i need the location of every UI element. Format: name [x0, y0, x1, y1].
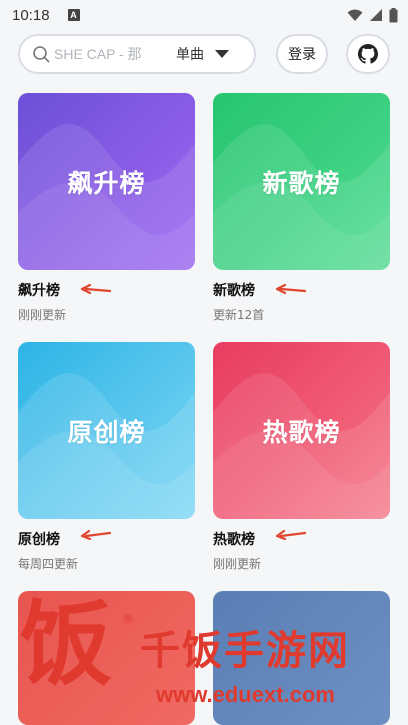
chart-subtitle: 刚刚更新	[18, 308, 67, 322]
chart-name-row: 原创榜	[18, 529, 195, 549]
chart-name: 热歌榜	[213, 532, 255, 548]
github-icon	[358, 44, 378, 64]
cover-title: 原创榜	[67, 417, 146, 447]
search-input[interactable]: SHE CAP - 那	[54, 44, 170, 64]
chart-cover[interactable]: 飙升榜	[18, 93, 195, 270]
battery-icon	[389, 7, 398, 22]
chart-name: 新歌榜	[213, 283, 255, 299]
chart-card-original[interactable]: 原创榜 原创榜 每周四更新	[18, 342, 195, 572]
chevron-down-icon[interactable]	[214, 46, 230, 62]
wifi-icon	[347, 9, 363, 21]
search-type-select[interactable]: 单曲	[176, 44, 204, 64]
status-time: 10:18	[12, 6, 50, 24]
chart-card-partial-right[interactable]	[213, 591, 390, 725]
chart-card-new-songs[interactable]: 新歌榜 新歌榜 更新12首	[213, 93, 390, 323]
signal-icon	[370, 9, 382, 21]
annotation-arrow-icon	[275, 529, 307, 540]
status-bar: 10:18 A	[0, 0, 408, 30]
chart-subtitle: 刚刚更新	[213, 557, 262, 571]
login-button[interactable]: 登录	[276, 34, 328, 74]
cover-title: 新歌榜	[262, 168, 341, 198]
github-button[interactable]	[346, 34, 390, 74]
status-icons	[347, 7, 398, 23]
chart-name-row: 热歌榜	[213, 529, 390, 549]
chart-card-soaring[interactable]: 飙升榜 飙升榜 刚刚更新	[18, 93, 195, 323]
chart-cover[interactable]: 新歌榜	[213, 93, 390, 270]
chart-cover[interactable]	[18, 591, 195, 725]
chart-name: 原创榜	[18, 532, 60, 548]
chart-subtitle: 每周四更新	[18, 557, 79, 571]
chart-cover[interactable]: 原创榜	[18, 342, 195, 519]
cover-title: 热歌榜	[262, 417, 341, 447]
search-icon	[33, 46, 50, 63]
chart-name-row: 飙升榜	[18, 280, 195, 300]
cover-title: 飙升榜	[67, 168, 146, 198]
chart-name: 飙升榜	[18, 283, 60, 299]
chart-subtitle: 更新12首	[213, 308, 265, 322]
chart-cover[interactable]: 热歌榜	[213, 342, 390, 519]
chart-card-partial-left[interactable]	[18, 591, 195, 725]
annotation-arrow-icon	[80, 284, 112, 295]
chart-cover[interactable]	[213, 591, 390, 725]
annotation-arrow-icon	[275, 284, 307, 295]
annotation-arrow-icon	[80, 529, 112, 540]
notification-icon: A	[67, 9, 80, 21]
chart-card-hot-songs[interactable]: 热歌榜 热歌榜 刚刚更新	[213, 342, 390, 572]
chart-name-row: 新歌榜	[213, 280, 390, 300]
search-box[interactable]: SHE CAP - 那 单曲	[18, 34, 256, 74]
